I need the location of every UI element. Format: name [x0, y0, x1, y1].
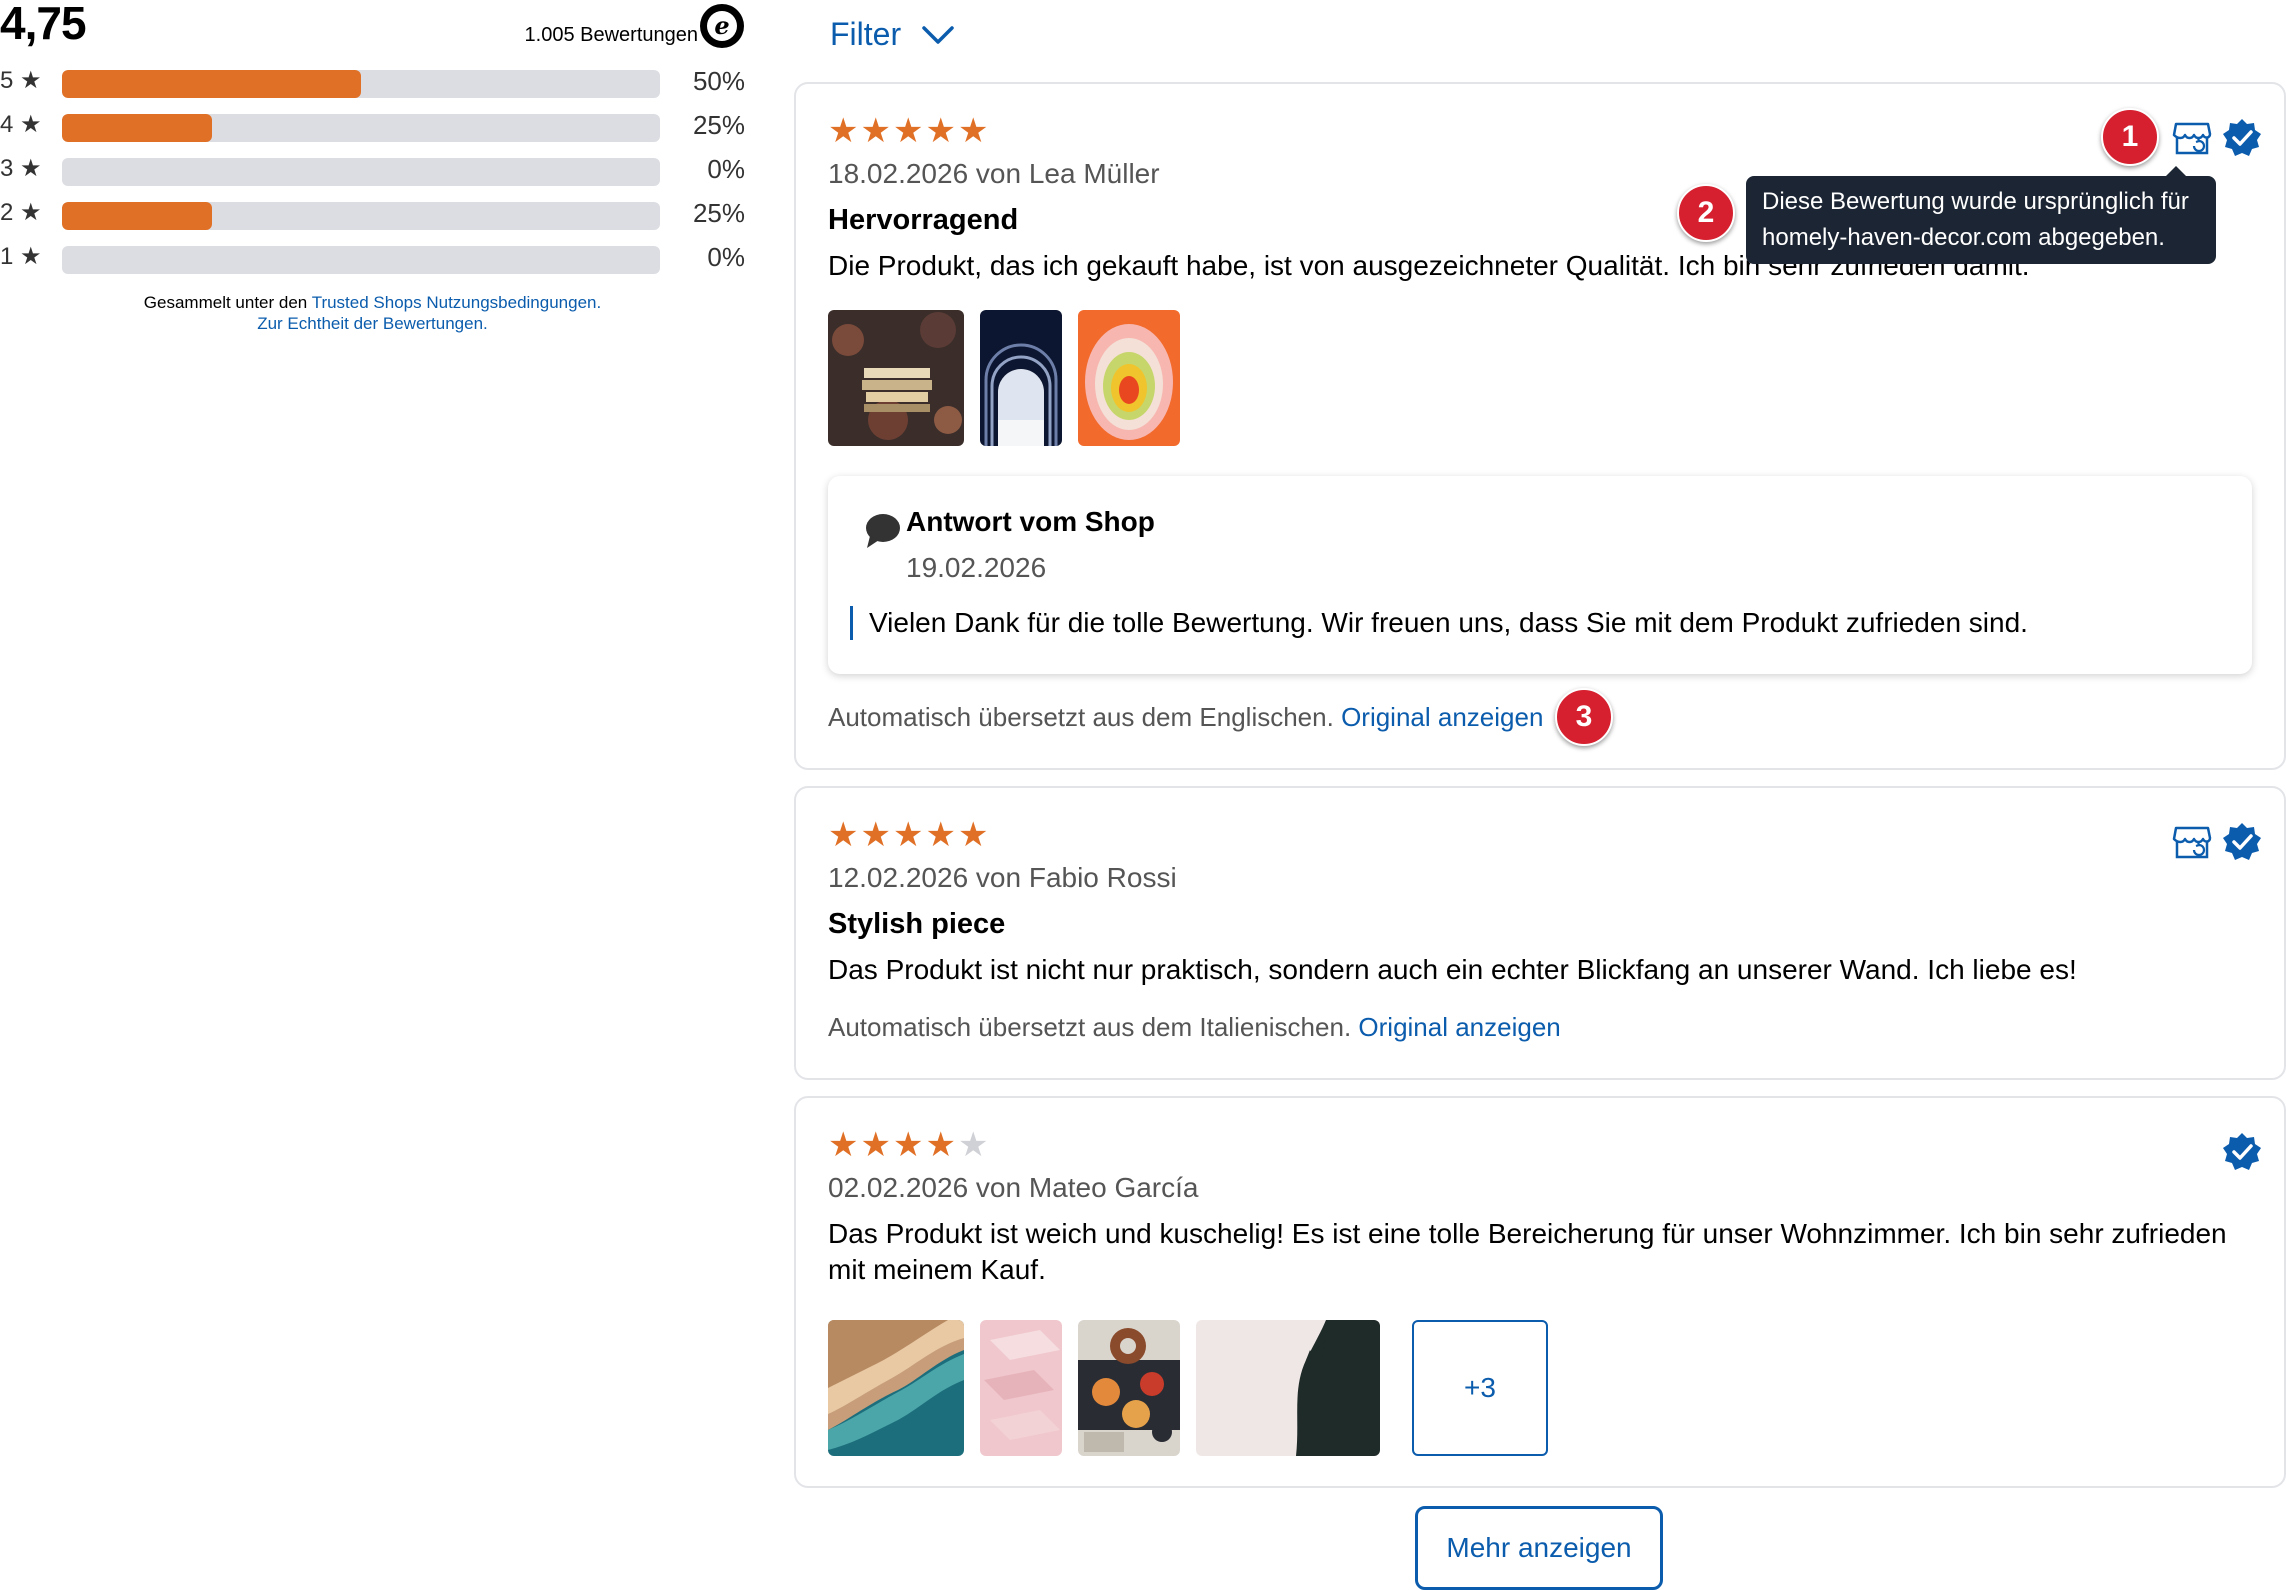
- footnote-text: Gesammelt unter den: [143, 293, 312, 312]
- review-image-thumbnail[interactable]: [1078, 1320, 1180, 1456]
- star-icon: ★: [828, 816, 859, 854]
- tooltip-line: Diese Bewertung wurde ursprünglich für: [1762, 188, 2189, 215]
- show-original-link[interactable]: Original anzeigen: [1358, 1012, 1560, 1042]
- star-icon: ★: [892, 112, 924, 150]
- distribution-fill: [62, 202, 212, 230]
- svg-text:e: e: [714, 11, 729, 40]
- star-icon: ★: [860, 816, 891, 854]
- distribution-bar: [62, 158, 660, 186]
- distribution-percent: 0%: [707, 242, 745, 272]
- filter-label: Filter: [830, 16, 902, 52]
- review-meta: 18.02.2026 von Lea Müller: [828, 158, 1160, 189]
- translation-text: Automatisch übersetzt aus dem Englischen…: [828, 702, 1334, 732]
- reply-date: 19.02.2026: [906, 552, 1047, 583]
- review-count: 1.005 Bewertungen: [524, 24, 698, 46]
- distribution-fill: [62, 70, 361, 98]
- star-icon: ★: [892, 1126, 924, 1164]
- distribution-bar: [62, 70, 660, 98]
- verified-badge-icon: [2223, 823, 2261, 860]
- distribution-percent: 50%: [692, 66, 745, 96]
- review-meta: 12.02.2026 von Fabio Rossi: [828, 862, 1177, 893]
- review-body: Das Produkt ist nicht nur praktisch, son…: [828, 954, 2077, 985]
- distribution-bar: [62, 246, 660, 274]
- distribution-label: 3 ★: [0, 155, 42, 182]
- filter-button[interactable]: Filter: [830, 16, 955, 53]
- review-image-thumbnail[interactable]: [980, 1320, 1062, 1456]
- review-card: ★ ★ ★ ★ ★ 02.02.2026 von Mateo García Das Pr…: [794, 1096, 2286, 1488]
- distribution-label: 1 ★: [0, 243, 42, 270]
- star-icon: ★: [957, 816, 989, 854]
- distribution-percent: 0%: [707, 154, 745, 184]
- verified-badge-icon: [2223, 1133, 2261, 1170]
- distribution-row-5[interactable]: 5 ★ 50%: [0, 64, 745, 98]
- distribution-fill: [62, 114, 212, 142]
- annotation-marker-3: 3: [1555, 688, 1613, 746]
- distribution-row-3[interactable]: 3 ★ 0%: [0, 152, 745, 186]
- verified-badge-icon: [2223, 119, 2261, 156]
- review-meta: 02.02.2026 von Mateo García: [828, 1172, 1199, 1203]
- review-body: Das Produkt ist weich und kuschelig! Es …: [828, 1218, 2227, 1285]
- collection-footnote: Gesammelt unter den Trusted Shops Nutzun…: [0, 292, 745, 334]
- star-icon: ★: [925, 1126, 956, 1164]
- review-card: ★ ★ ★ ★ ★ 12.02.2026 von Fabio Rossi Stylish…: [794, 786, 2286, 1080]
- distribution-label: 4 ★: [0, 111, 42, 138]
- distribution-bar: [62, 114, 660, 142]
- review-image-thumbnail[interactable]: [828, 310, 964, 446]
- chevron-down-icon: [922, 25, 954, 44]
- show-more-button[interactable]: Mehr anzeigen: [1415, 1506, 1663, 1590]
- speech-bubble-icon: [866, 514, 900, 548]
- shop-reply: Antwort vom Shop 19.02.2026 Vielen Dank …: [828, 476, 2252, 674]
- distribution-row-4[interactable]: 4 ★ 25%: [0, 108, 745, 142]
- authenticity-link[interactable]: Zur Echtheit der Bewertungen.: [257, 314, 488, 333]
- star-rating: ★ ★ ★ ★ ★: [828, 114, 988, 148]
- star-icon: ★: [957, 112, 989, 150]
- show-original-link[interactable]: Original anzeigen: [1341, 702, 1543, 732]
- terms-link[interactable]: Trusted Shops Nutzungsbedingungen.: [312, 293, 602, 312]
- distribution-row-1[interactable]: 1 ★ 0%: [0, 240, 745, 274]
- review-title: Hervorragend: [828, 204, 1019, 236]
- shop-icon[interactable]: [2172, 118, 2212, 158]
- star-icon: ★: [860, 112, 891, 150]
- star-rating: ★ ★ ★ ★ ★: [828, 818, 988, 852]
- star-icon: ★: [925, 816, 956, 854]
- review-image-thumbnail[interactable]: [1196, 1320, 1380, 1456]
- average-score: 4,75: [0, 0, 87, 49]
- star-icon: ★: [892, 816, 924, 854]
- review-image-thumbnail[interactable]: [828, 1320, 964, 1456]
- star-icon: ★: [925, 112, 956, 150]
- translation-text: Automatisch übersetzt aus dem Italienisc…: [828, 1012, 1352, 1042]
- tooltip-line: homely-haven-decor.com abgegeben.: [1762, 224, 2165, 251]
- distribution-percent: 25%: [692, 110, 745, 140]
- translation-note: Automatisch übersetzt aus dem Italienisc…: [828, 1012, 1561, 1043]
- distribution-row-2[interactable]: 2 ★ 25%: [0, 196, 745, 230]
- translation-note: Automatisch übersetzt aus dem Englischen…: [828, 702, 1543, 733]
- source-shop-tooltip: Diese Bewertung wurde ursprünglich für h…: [1746, 166, 2216, 264]
- distribution-label: 5 ★: [0, 67, 42, 94]
- annotation-marker-2: 2: [1677, 184, 1735, 242]
- star-icon: ★: [860, 1126, 891, 1164]
- review-title: Stylish piece: [828, 908, 1006, 940]
- star-empty-icon: ★: [957, 1126, 989, 1164]
- shop-icon[interactable]: [2172, 822, 2212, 862]
- review-image-thumbnail[interactable]: [980, 310, 1062, 446]
- star-rating: ★ ★ ★ ★ ★: [828, 1128, 988, 1162]
- distribution-label: 2 ★: [0, 199, 42, 226]
- review-image-thumbnail[interactable]: [1078, 310, 1180, 446]
- reply-title: Antwort vom Shop: [906, 506, 1155, 537]
- trusted-shops-logo: e: [700, 4, 744, 48]
- distribution-bar: [62, 202, 660, 230]
- annotation-marker-1: 1: [2101, 108, 2159, 166]
- reply-text: Vielen Dank für die tolle Bewertung. Wir…: [850, 606, 2028, 640]
- more-images-button[interactable]: +3: [1412, 1320, 1548, 1456]
- star-icon: ★: [828, 112, 859, 150]
- star-icon: ★: [828, 1126, 859, 1164]
- distribution-percent: 25%: [692, 198, 745, 228]
